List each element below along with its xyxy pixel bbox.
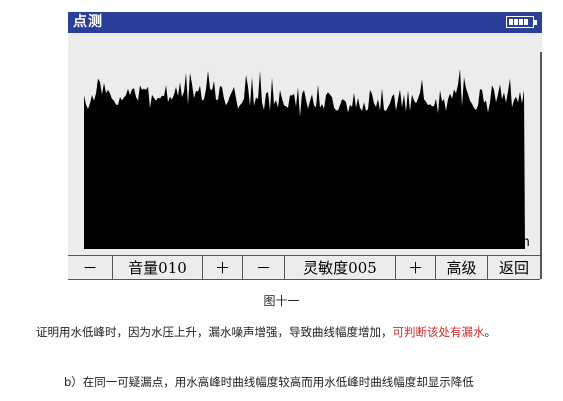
sensitivity-decrease-button[interactable]: － [243, 256, 285, 279]
figure-caption: 图十一 [263, 294, 300, 308]
paragraph-1-end: 。 [484, 325, 497, 339]
waveform-plot [84, 37, 525, 249]
volume-increase-button[interactable]: ＋ [203, 256, 243, 279]
advanced-button[interactable]: 高级 [436, 256, 488, 279]
sensitivity-button[interactable]: 灵敏度005 [285, 256, 396, 279]
screen-title: 点测 [73, 14, 103, 30]
scroll-indicator [540, 52, 542, 279]
paragraph-2: b）在同一可疑漏点，用水高峰时曲线幅度较高而用水低峰时曲线幅度却显示降低 [64, 375, 474, 389]
time-start-label: 0min [84, 235, 116, 250]
sensitivity-increase-button[interactable]: ＋ [396, 256, 436, 279]
paragraph-1-highlight: 可判断该处有漏水 [392, 325, 485, 339]
paragraph-1: 证明用水低峰时，因为水压上升，漏水噪声增强，导致曲线幅度增加，可判断该处有漏水。 [8, 323, 560, 342]
back-button[interactable]: 返回 [488, 256, 540, 279]
waveform-area [84, 69, 525, 249]
time-end-label: 05min [490, 235, 530, 250]
volume-button[interactable]: 音量010 [113, 256, 203, 279]
volume-decrease-button[interactable]: － [68, 256, 113, 279]
device-screen: 点测 0min 05min [68, 12, 542, 279]
paragraph-1-text: 证明用水低峰时，因为水压上升，漏水噪声增强，导致曲线幅度增加， [36, 325, 393, 339]
title-bar: 点测 [68, 12, 542, 33]
battery-icon [506, 16, 537, 28]
button-bar: － 音量010 ＋ － 灵敏度005 ＋ 高级 返回 [68, 255, 540, 280]
